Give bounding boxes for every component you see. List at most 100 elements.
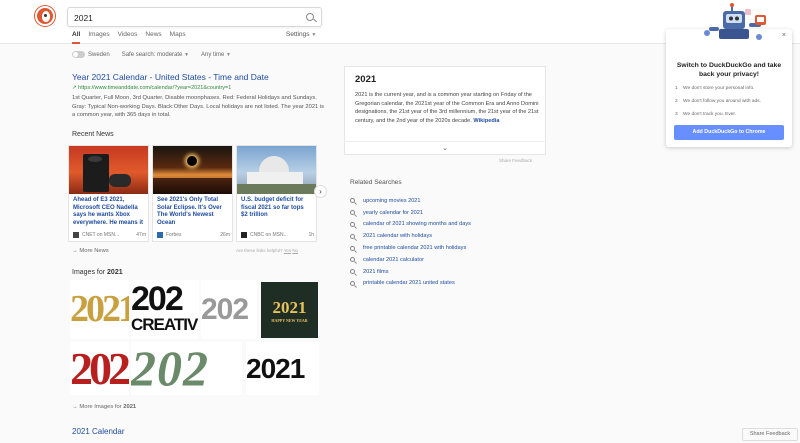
news-title[interactable]: Ahead of E3 2021, Microsoft CEO Nadella … — [69, 194, 148, 231]
image-thumb-text: 202 — [201, 293, 249, 326]
tab-all[interactable]: All — [72, 31, 81, 44]
promo-point: 2 We don't follow you around with ads. — [675, 99, 761, 104]
news-card[interactable]: U.S. budget deficit for fiscal 2021 so f… — [236, 145, 317, 242]
source-icon — [73, 232, 79, 238]
wikipedia-link[interactable]: Wikipedia — [473, 118, 499, 124]
duckduckgo-logo[interactable] — [35, 6, 55, 26]
result-snippet: 1st Quarter, Full Moon, 3rd Quarter. Dis… — [72, 95, 325, 118]
search-result: Year 2021 Calendar - United States - Tim… — [72, 72, 327, 120]
region-label: Sweden — [88, 52, 110, 59]
image-thumb[interactable]: 2021 HAPPY NEW YEAR — [261, 282, 318, 338]
more-images-query: 2021 — [123, 404, 137, 410]
related-search-item[interactable]: upcoming movies 2021 — [350, 195, 471, 207]
time-filter[interactable]: Any time ▼ — [201, 52, 231, 58]
news-source: CNET on MSN... 47m — [73, 232, 146, 238]
search-input[interactable]: 2021 — [74, 13, 93, 23]
news-source: CNBC on MSN... 1h — [241, 232, 314, 238]
related-search-label: 2021 films — [363, 268, 389, 275]
add-to-chrome-button[interactable]: Add DuckDuckGo to Chrome — [674, 125, 784, 140]
news-heading: Recent News — [72, 131, 114, 138]
more-images-link[interactable]: → More Images for 2021 — [72, 404, 136, 410]
related-search-item[interactable]: 2021 calendar with holidays — [350, 230, 471, 242]
more-images-label: More Images for — [79, 404, 122, 410]
image-thumb-text: 202 — [131, 342, 209, 395]
promo-point-text: We don't track you. Ever. — [683, 112, 737, 117]
more-news-label: More News — [79, 248, 109, 254]
promo-point: 3 We don't track you. Ever. — [675, 112, 736, 117]
image-thumb-text: 2021 — [272, 298, 307, 317]
infobox-body: 2021 is the current year, and is a commo… — [355, 92, 539, 124]
image-thumb[interactable]: 2021 — [246, 342, 319, 395]
search-box[interactable]: 2021 — [67, 7, 322, 27]
image-thumb[interactable]: 2021 — [70, 280, 129, 339]
safe-search-filter[interactable]: Safe search: moderate ▼ — [122, 52, 189, 58]
image-thumb-text: 202 — [70, 343, 129, 394]
chevron-down-icon[interactable]: ⌄ — [344, 141, 546, 155]
news-image — [237, 146, 316, 194]
region-toggle[interactable] — [72, 51, 85, 58]
promo-point-text: We don't store your personal info. — [683, 86, 755, 91]
close-icon[interactable]: × — [782, 32, 786, 39]
related-search-label: calendar 2021 calculator — [363, 256, 424, 263]
region-filter[interactable]: Sweden — [72, 51, 110, 58]
infobox-title: 2021 — [355, 74, 377, 85]
image-thumb[interactable]: 202 — [131, 342, 242, 395]
settings-menu[interactable]: Settings ▼ — [286, 31, 316, 38]
tab-news[interactable]: News — [145, 31, 161, 44]
image-thumb-text: CREATIV — [131, 315, 198, 334]
chevron-down-icon: ▼ — [184, 51, 190, 58]
promo-point: 1 We don't store your personal info. — [675, 86, 755, 91]
more-news-link[interactable]: → More News — [72, 248, 109, 254]
source-icon — [157, 232, 163, 238]
search-result-title[interactable]: 2021 Calendar — [72, 427, 124, 436]
related-search-item[interactable]: calendar of 2021 showing months and days — [350, 219, 471, 231]
search-icon — [350, 221, 355, 227]
tab-videos[interactable]: Videos — [118, 31, 138, 44]
search-icon — [350, 280, 355, 286]
related-search-item[interactable]: yearly calendar for 2021 — [350, 207, 471, 219]
result-url[interactable]: ↗ https://www.timeanddate.com/calendar/?… — [72, 85, 327, 91]
news-image — [69, 146, 148, 194]
feedback-question-text: Are these links helpful? — [236, 248, 283, 253]
news-card[interactable]: See 2021's Only Total Solar Eclipse. It'… — [152, 145, 233, 242]
promo-point-number: 3 — [675, 112, 678, 117]
related-search-item[interactable]: 2021 films — [350, 266, 471, 278]
related-search-item[interactable]: calendar 2021 calculator — [350, 254, 471, 266]
related-search-label: calendar of 2021 showing months and days — [363, 221, 471, 228]
tab-maps[interactable]: Maps — [170, 31, 186, 44]
source-name: Forbes — [166, 232, 182, 238]
image-thumb[interactable]: 202 — [201, 280, 257, 339]
chevron-right-icon[interactable]: › — [314, 185, 327, 198]
promo-point-number: 1 — [675, 86, 678, 91]
source-name: CNET on MSN... — [82, 232, 120, 238]
share-feedback-link[interactable]: Share Feedback — [499, 158, 532, 163]
promo-point-number: 2 — [675, 99, 678, 104]
news-title[interactable]: See 2021's Only Total Solar Eclipse. It'… — [153, 194, 232, 231]
related-search-item[interactable]: free printable calendar 2021 with holida… — [350, 242, 471, 254]
tab-images[interactable]: Images — [88, 31, 109, 44]
share-feedback-button[interactable]: Share Feedback — [742, 428, 798, 441]
feedback-yes[interactable]: Yes — [284, 248, 291, 253]
news-age: 1h — [308, 232, 314, 238]
chevron-down-icon: ▼ — [311, 32, 317, 38]
news-card[interactable]: Ahead of E3 2021, Microsoft CEO Nadella … — [68, 145, 149, 242]
result-title[interactable]: Year 2021 Calendar - United States - Tim… — [72, 72, 327, 82]
settings-label: Settings — [286, 31, 310, 38]
news-source: Forbes 26m — [157, 232, 230, 238]
news-title[interactable]: U.S. budget deficit for fiscal 2021 so f… — [237, 194, 316, 231]
chevron-down-icon: ▼ — [226, 51, 231, 58]
image-thumb-text: 2021 — [246, 353, 305, 384]
safe-search-label: Safe search: moderate — [121, 51, 183, 58]
feedback-no[interactable]: No — [292, 248, 298, 253]
image-thumb[interactable]: 202 CREATIV — [131, 280, 199, 339]
images-heading-text: Images for — [72, 269, 106, 276]
source-icon — [241, 232, 247, 238]
search-icon — [350, 198, 355, 204]
search-icon[interactable] — [306, 13, 314, 21]
image-thumb[interactable]: 202 — [70, 342, 129, 395]
images-heading-query: 2021 — [107, 269, 123, 276]
related-searches-heading: Related Searches — [350, 179, 402, 186]
related-search-item[interactable]: printable calendar 2021 united states — [350, 278, 471, 290]
related-search-label: yearly calendar for 2021 — [363, 209, 424, 216]
news-image — [153, 146, 232, 194]
